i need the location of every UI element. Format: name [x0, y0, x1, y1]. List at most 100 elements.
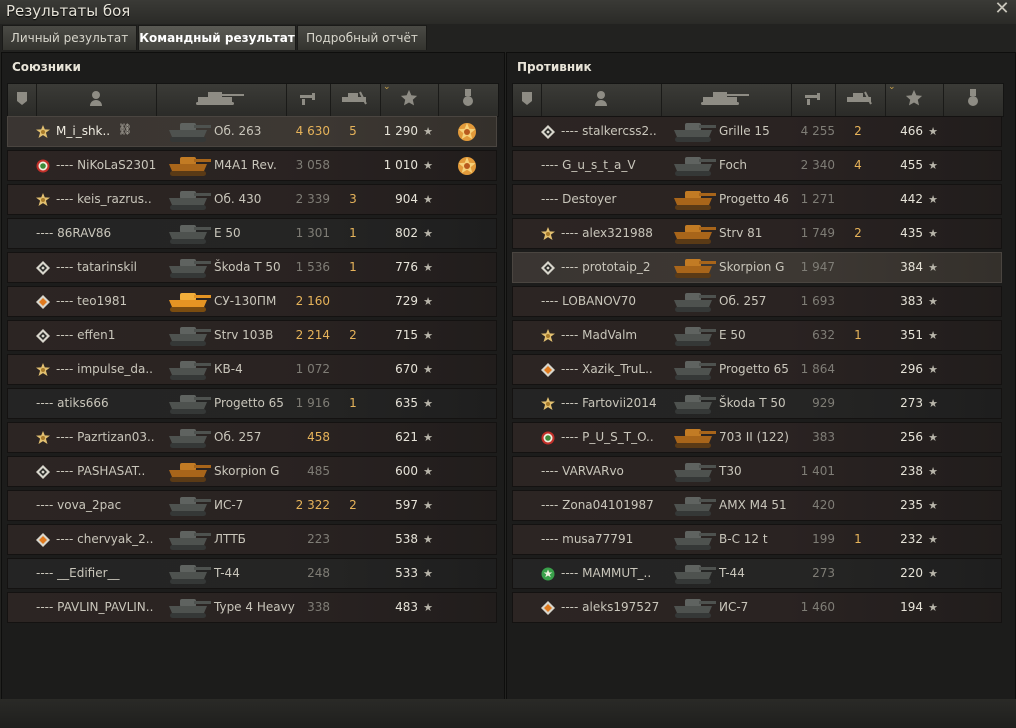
kills-value: 2 — [854, 124, 862, 138]
damage-value: 1 301 — [295, 226, 330, 240]
close-button[interactable]: ✕ — [994, 0, 1010, 18]
xp-star-icon: ★ — [928, 125, 938, 138]
player-icon — [89, 90, 103, 110]
rank-badge-icon — [541, 261, 555, 275]
allies-player-row[interactable]: ---- teo1981 СУ-130ПМ 2 160 729 ★ — [7, 286, 497, 317]
vehicle-name: M4A1 Rev. — [214, 158, 277, 172]
allies-player-row[interactable]: ---- impulse_da.. КВ-4 1 072 670 ★ — [7, 354, 497, 385]
xp-value: 238 — [900, 464, 923, 478]
enemies-col-damage[interactable] — [791, 84, 836, 116]
kills-value: 2 — [349, 328, 357, 342]
allies-player-row[interactable]: ---- PAVLIN_PAVLIN.. Type 4 Heavy 338 483 ★ — [7, 592, 497, 623]
enemies-player-row[interactable]: ---- MAMMUT_.. T-44 273 220 ★ — [512, 558, 1002, 589]
kills-value — [843, 185, 873, 214]
damage-value: 1 864 — [800, 362, 835, 376]
enemies-player-row[interactable]: ---- VARVARvo T30 1 401 238 ★ — [512, 456, 1002, 487]
tank-thumbnail-icon — [671, 560, 717, 587]
enemies-player-row[interactable]: ---- P_U_S_T_O.. 703 II (122) 383 256 ★ — [512, 422, 1002, 453]
player-name: ---- PAVLIN_PAVLIN.. — [36, 600, 154, 614]
allies-player-row[interactable]: ---- effen1 Strv 103B 2 214 2 715 ★ — [7, 320, 497, 351]
sort-desc-icon: ⌄ — [383, 82, 391, 92]
allies-player-row[interactable]: ---- PASHASAT.. Skorpion G 485 600 ★ — [7, 456, 497, 487]
enemies-col-medal[interactable] — [943, 84, 1003, 116]
sort-desc-icon: ⌄ — [888, 82, 896, 92]
tab-team-result[interactable]: Командный результат — [138, 25, 296, 50]
enemies-player-row[interactable]: ---- Destoyer Progetto 46 1 271 442 ★ — [512, 184, 1002, 215]
enemies-player-row[interactable]: ---- aleks197527 ИС-7 1 460 194 ★ — [512, 592, 1002, 623]
player-name: ---- LOBANOV70 — [541, 294, 636, 308]
enemies-col-xp-star[interactable]: ⌄ — [885, 82, 944, 116]
rank-badge-icon — [541, 567, 555, 581]
tank-thumbnail-icon — [671, 526, 717, 553]
enemies-player-row[interactable]: ---- prototaip_2 Skorpion G1 947 384 ★ — [512, 252, 1002, 283]
enemies-col-tank[interactable] — [661, 84, 792, 116]
allies-player-row[interactable]: ---- vova_2pac ИС-7 2 322 2 597 ★ — [7, 490, 497, 521]
damage-value: 338 — [307, 600, 330, 614]
enemies-player-row[interactable]: ---- Xazik_TruL.. Progetto 65 1 864 296 ★ — [512, 354, 1002, 385]
allies-player-row[interactable]: ---- Pazrtizan03.. Об. 257 458 621 ★ — [7, 422, 497, 453]
allies-player-row[interactable]: ---- atiks666 Progetto 65 1 916 1 635 ★ — [7, 388, 497, 419]
enemies-player-row[interactable]: ---- Fartovii2014 Škoda T 50 929 273 ★ — [512, 388, 1002, 419]
allies-panel: Союзники ⌄ M_i_shk.. ⛓ Об. 263 4 630 5 1 290 ★… — [1, 52, 505, 700]
tab-personal-result[interactable]: Личный результат — [2, 25, 137, 50]
xp-star-icon: ★ — [423, 159, 433, 172]
player-name: ---- teo1981 — [56, 294, 128, 308]
damage-value: 4 255 — [800, 124, 835, 138]
xp-value: 483 — [395, 600, 418, 614]
enemies-col-kills[interactable] — [835, 84, 886, 116]
tank-thumbnail-icon — [166, 594, 212, 621]
allies-col-damage[interactable] — [286, 84, 331, 116]
allies-col-tank[interactable] — [156, 84, 287, 116]
damage-value: 1 072 — [295, 362, 330, 376]
kills-value — [338, 457, 368, 486]
enemies-player-row[interactable]: ---- stalkercss2.. Grille 15 4 255 2 466 ★ — [512, 116, 1002, 147]
enemies-player-row[interactable]: ---- MadValm E 50 632 1 351 ★ — [512, 320, 1002, 351]
enemies-player-row[interactable]: ---- Zona04101987 AMX M4 51 420 235 ★ — [512, 490, 1002, 521]
allies-col-player[interactable] — [36, 84, 157, 116]
tank-thumbnail-icon — [671, 356, 717, 383]
kills-icon — [845, 90, 875, 110]
damage-value: 1 460 — [800, 600, 835, 614]
tank-icon — [699, 90, 753, 110]
xp-value: 904 — [395, 192, 418, 206]
allies-player-row[interactable]: ---- keis_razrus.. Об. 430 2 339 3 904 ★ — [7, 184, 497, 215]
allies-player-row[interactable]: ---- 86RAV86 E 50 1 301 1 802 ★ — [7, 218, 497, 249]
player-name: ---- tatarinskil — [56, 260, 137, 274]
damage-value: 4 630 — [295, 124, 330, 138]
kills-value: 2 — [349, 498, 357, 512]
tab-detailed-report[interactable]: Подробный отчёт — [297, 25, 427, 50]
allies-player-row[interactable]: ---- tatarinskil Škoda T 50 1 536 1 776 ★ — [7, 252, 497, 283]
damage-value: 632 — [812, 328, 835, 342]
xp-value: 715 — [395, 328, 418, 342]
enemies-player-row[interactable]: ---- alex321988 Strv 81 1 749 2 435 ★ — [512, 218, 1002, 249]
allies-col-xp-star[interactable]: ⌄ — [380, 82, 439, 116]
vehicle-name: В-С 12 t — [719, 532, 768, 546]
vehicle-name: E 50 — [214, 226, 241, 240]
xp-star-icon: ★ — [423, 227, 433, 240]
allies-player-row[interactable]: ---- chervyak_2.. ЛТТБ 223 538 ★ — [7, 524, 497, 555]
player-name: ---- 86RAV86 — [36, 226, 112, 240]
enemies-player-row[interactable]: ---- LOBANOV70 Об. 257 1 693 383 ★ — [512, 286, 1002, 317]
allies-player-row[interactable]: M_i_shk.. ⛓ Об. 263 4 630 5 1 290 ★ — [7, 116, 497, 147]
kills-value: 1 — [349, 396, 357, 410]
enemies-player-row[interactable]: ---- G_u_s_t_a_V Foch 2 340 4 455 ★ — [512, 150, 1002, 181]
rank-badge-icon — [36, 193, 50, 207]
allies-col-squad[interactable] — [8, 84, 37, 116]
allies-col-kills[interactable] — [330, 84, 381, 116]
player-name: ---- Fartovii2014 — [561, 396, 657, 410]
rank-badge-icon — [541, 397, 555, 411]
allies-player-row[interactable]: ---- NiKoLaS2301 M4A1 Rev. 3 058 1 010 ★ — [7, 150, 497, 181]
enemies-player-row[interactable]: ---- musa77791 В-С 12 t 199 1 232 ★ — [512, 524, 1002, 555]
achievement-medal-icon[interactable] — [456, 155, 478, 177]
allies-col-medal[interactable] — [438, 84, 498, 116]
xp-star-icon: ★ — [928, 499, 938, 512]
kills-value — [338, 355, 368, 384]
enemies-col-player[interactable] — [541, 84, 662, 116]
enemies-col-squad[interactable] — [513, 84, 542, 116]
damage-icon — [803, 90, 823, 110]
achievement-medal-icon[interactable] — [456, 121, 478, 143]
allies-player-row[interactable]: ---- __Edifier__ T-44 248 533 ★ — [7, 558, 497, 589]
xp-star-icon: ★ — [423, 125, 433, 138]
damage-value: 1 916 — [295, 396, 330, 410]
xp-value: 533 — [395, 566, 418, 580]
